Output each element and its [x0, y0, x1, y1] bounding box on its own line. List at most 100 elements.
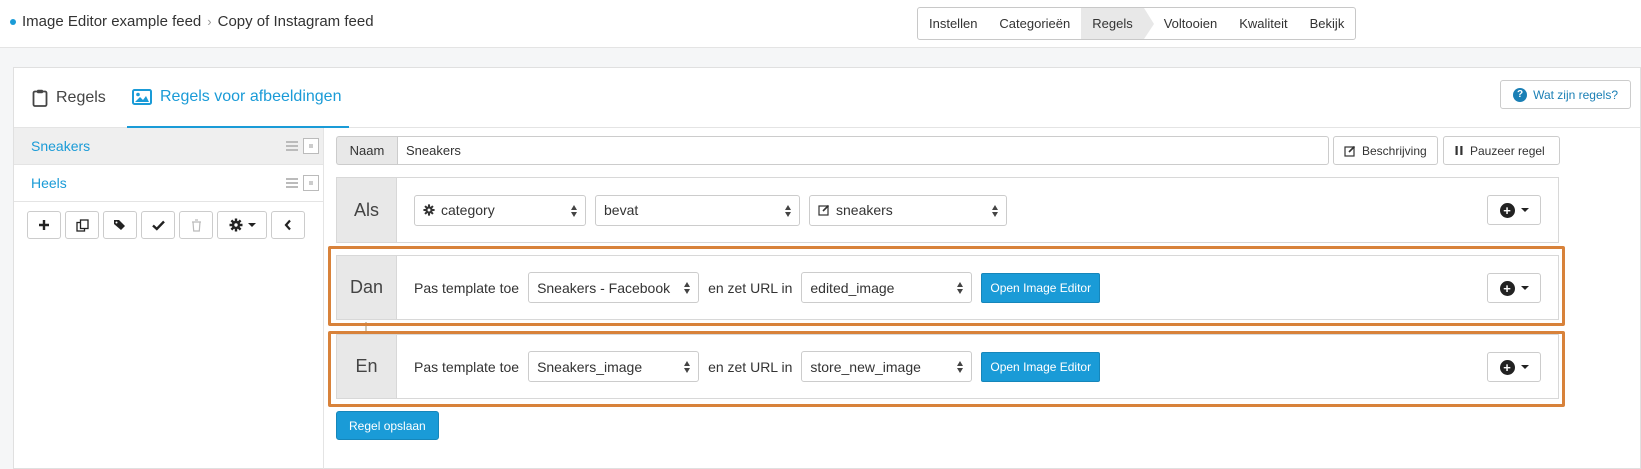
- breadcrumb: Image Editor example feed › Copy of Inst…: [10, 13, 374, 30]
- url-field-select[interactable]: edited_image: [801, 272, 973, 303]
- block-label-dan: Dan: [337, 256, 397, 319]
- gear-icon: [423, 204, 435, 216]
- pas-template-text: Pas template toe: [414, 279, 520, 296]
- plus-icon: [39, 220, 49, 230]
- step-instellen[interactable]: Instellen: [918, 8, 988, 39]
- tab-regels[interactable]: Regels: [32, 68, 106, 128]
- tab-regels-label: Regels: [56, 89, 106, 106]
- wizard-steps: Instellen Categorieën Regels Voltooien K…: [917, 7, 1357, 40]
- pause-icon: [1455, 146, 1463, 155]
- settings-dropdown-button[interactable]: [217, 211, 267, 239]
- block-connector: [365, 322, 367, 334]
- plus-circle-icon: +: [1499, 202, 1515, 218]
- add-action-button[interactable]: +: [1487, 273, 1541, 303]
- action-content: Pas template toe Sneakers - Facebook en …: [414, 256, 1101, 319]
- action-content: Pas template toe Sneakers_image en zet U…: [414, 335, 1101, 398]
- rule-item-sneakers[interactable]: Sneakers: [14, 128, 323, 165]
- condition-value-text: sneakers: [836, 202, 893, 218]
- block-label-als: Als: [337, 178, 397, 242]
- activate-rule-button[interactable]: [141, 211, 175, 239]
- gear-icon: [229, 218, 242, 232]
- condition-field-select[interactable]: category: [414, 194, 586, 226]
- step-voltooien[interactable]: Voltooien: [1144, 8, 1229, 39]
- select-arrows-icon: [571, 204, 578, 217]
- rule-item-heels[interactable]: Heels: [14, 165, 323, 202]
- condition-value-select[interactable]: sneakers: [809, 194, 1007, 226]
- image-icon: [132, 89, 152, 105]
- drag-handle-icon[interactable]: [286, 178, 298, 188]
- select-arrows-icon: [957, 361, 964, 373]
- select-arrows-icon: [785, 204, 792, 217]
- copy-icon: [75, 218, 89, 232]
- url-field-select[interactable]: store_new_image: [801, 351, 973, 382]
- help-button-label: Wat zijn regels?: [1533, 87, 1618, 102]
- help-button[interactable]: ? Wat zijn regels?: [1500, 80, 1631, 109]
- save-rule-button[interactable]: Regel opslaan: [336, 411, 439, 440]
- sidebar-toolbar: [27, 211, 309, 239]
- plus-circle-icon: +: [1499, 359, 1515, 375]
- rule-checkbox[interactable]: [303, 175, 319, 191]
- select-arrows-icon: [684, 282, 691, 294]
- condition-operator-select[interactable]: bevat: [595, 194, 800, 226]
- caret-down-icon: [1520, 286, 1529, 290]
- rule-item-label: Heels: [31, 175, 67, 191]
- tab-afbeeldingen-label: Regels voor afbeeldingen: [160, 88, 342, 105]
- add-rule-button[interactable]: [27, 211, 61, 239]
- beschrijving-button[interactable]: Beschrijving: [1333, 136, 1438, 165]
- copy-rule-button[interactable]: [65, 211, 99, 239]
- pauzeer-label: Pauzeer regel: [1470, 143, 1545, 158]
- beschrijving-label: Beschrijving: [1362, 143, 1427, 158]
- action-block-dan: Dan Pas template toe Sneakers - Facebook…: [336, 255, 1559, 320]
- zet-url-text: en zet URL in: [708, 279, 793, 296]
- step-categorieen[interactable]: Categorieën: [988, 8, 1081, 39]
- name-label: Naam: [336, 136, 397, 165]
- breadcrumb-parent-link[interactable]: Image Editor example feed: [22, 13, 201, 30]
- add-condition-button[interactable]: +: [1487, 195, 1541, 225]
- pas-template-text: Pas template toe: [414, 358, 520, 375]
- edit-icon: [818, 204, 830, 216]
- caret-down-icon: [1520, 208, 1529, 212]
- rules-sidebar: Sneakers Heels: [14, 128, 324, 469]
- template-select-value: Sneakers_image: [537, 358, 643, 375]
- condition-field-value: category: [441, 202, 495, 218]
- add-action-button[interactable]: +: [1487, 352, 1541, 382]
- select-arrows-icon: [992, 204, 999, 217]
- condition-block-als: Als category bevat sneakers +: [336, 177, 1559, 243]
- template-select[interactable]: Sneakers_image: [528, 351, 700, 382]
- plus-circle-icon: +: [1499, 280, 1515, 296]
- open-image-editor-button[interactable]: Open Image Editor: [981, 351, 1101, 382]
- pauzeer-regel-button[interactable]: Pauzeer regel: [1443, 136, 1560, 165]
- clipboard-icon: [32, 89, 48, 107]
- template-select[interactable]: Sneakers - Facebook: [528, 272, 700, 303]
- tag-rule-button[interactable]: [103, 211, 137, 239]
- condition-operator-value: bevat: [604, 202, 639, 218]
- chevron-left-icon: [284, 219, 291, 231]
- chevron-right-icon: ›: [207, 14, 212, 29]
- rule-item-label: Sneakers: [31, 138, 91, 154]
- rule-name-input[interactable]: [397, 136, 1329, 165]
- caret-down-icon: [247, 223, 256, 227]
- select-arrows-icon: [957, 282, 964, 294]
- url-field-value: edited_image: [810, 279, 895, 296]
- question-icon: ?: [1513, 87, 1528, 102]
- open-image-editor-button[interactable]: Open Image Editor: [981, 272, 1101, 303]
- block-label-en: En: [337, 335, 397, 398]
- condition-content: category bevat sneakers: [414, 178, 1016, 242]
- url-field-value: store_new_image: [810, 358, 921, 375]
- step-regels[interactable]: Regels: [1081, 8, 1155, 39]
- tab-regels-voor-afbeeldingen[interactable]: Regels voor afbeeldingen: [127, 68, 350, 128]
- delete-rule-button[interactable]: [179, 211, 213, 239]
- edit-icon: [1344, 145, 1356, 157]
- step-kwaliteit[interactable]: Kwaliteit: [1228, 8, 1298, 39]
- status-dot-icon: [10, 18, 16, 25]
- tags-icon: [114, 220, 125, 230]
- breadcrumb-current: Copy of Instagram feed: [217, 13, 374, 30]
- name-row: Naam: [336, 136, 1329, 165]
- collapse-sidebar-button[interactable]: [271, 211, 305, 239]
- action-block-en: En Pas template toe Sneakers_image en ze…: [336, 334, 1559, 399]
- step-bekijk[interactable]: Bekijk: [1299, 8, 1356, 39]
- caret-down-icon: [1520, 365, 1529, 369]
- rule-checkbox[interactable]: [303, 138, 319, 154]
- drag-handle-icon[interactable]: [286, 141, 298, 151]
- select-arrows-icon: [684, 361, 691, 373]
